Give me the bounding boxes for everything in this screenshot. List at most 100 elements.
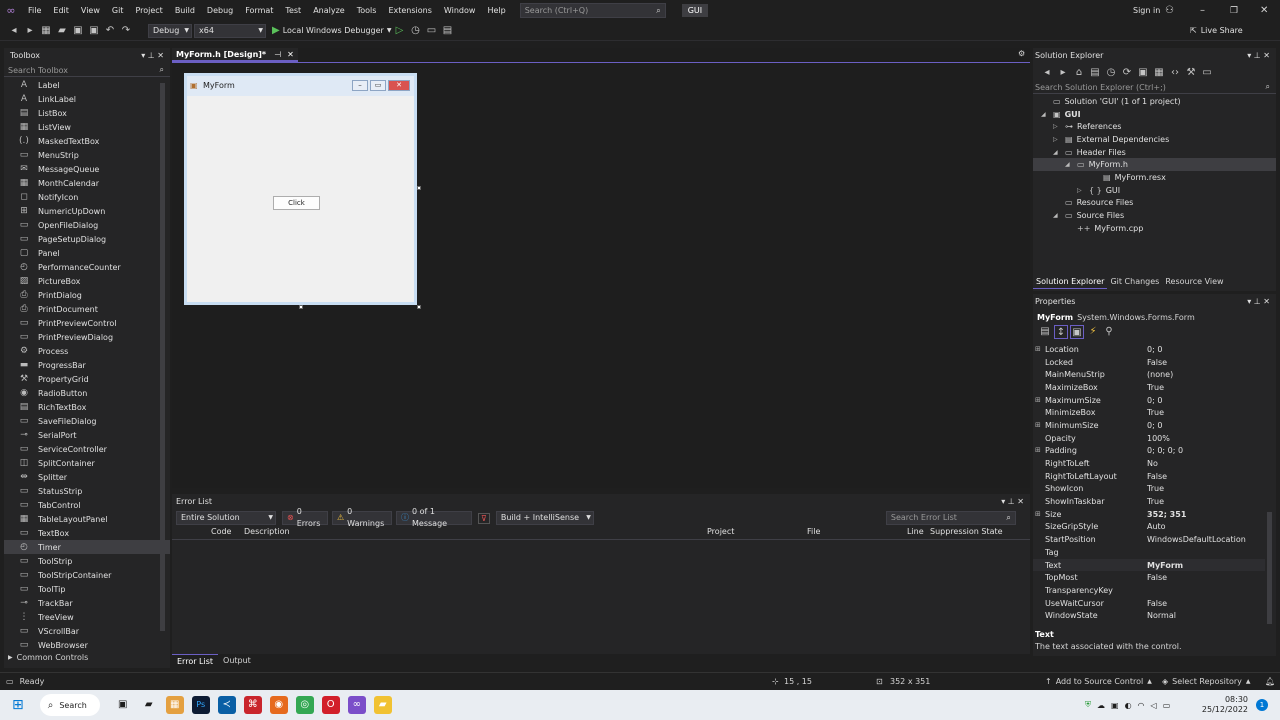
column-suppression[interactable]: Suppression State bbox=[930, 527, 1003, 536]
notification-badge[interactable]: 1 bbox=[1256, 699, 1268, 711]
toolbox-item-printpreviewcontrol[interactable]: ▭ PrintPreviewControl bbox=[4, 316, 170, 330]
layout-icon[interactable]: ▤ bbox=[440, 24, 454, 38]
toolbox-item-label[interactable]: A Label bbox=[4, 78, 170, 92]
form-click-button[interactable]: Click bbox=[273, 196, 320, 210]
wifi-icon[interactable]: ◠ bbox=[1138, 701, 1145, 710]
pin-icon[interactable]: ▾ ⊥ ✕ bbox=[1247, 294, 1270, 310]
tree-item[interactable]: ▤ MyForm.resx bbox=[1033, 171, 1276, 184]
photos-icon[interactable]: ▦ bbox=[165, 696, 184, 714]
pin-icon[interactable]: ▾ ⊥ ✕ bbox=[141, 48, 164, 64]
expand-icon[interactable]: ⊞ bbox=[1035, 446, 1041, 454]
events-icon[interactable]: ⚡ bbox=[1086, 325, 1100, 339]
search-box[interactable]: Search (Ctrl+Q) ⌕ bbox=[519, 3, 666, 18]
toolbox-item-toolstrip[interactable]: ▭ ToolStrip bbox=[4, 554, 170, 568]
toolbox-item-trackbar[interactable]: ⊸ TrackBar bbox=[4, 596, 170, 610]
expand-icon[interactable]: ◢ bbox=[1041, 111, 1053, 118]
pin-icon[interactable]: ▾ ⊥ ✕ bbox=[1001, 494, 1024, 510]
select-repo-button[interactable]: ◈ Select Repository ▲ bbox=[1162, 677, 1251, 686]
save-all-icon[interactable]: ▣ bbox=[87, 24, 101, 38]
property-value[interactable]: 100% bbox=[1141, 434, 1265, 443]
solution-search[interactable]: Search Solution Explorer (Ctrl+;) ⌕ bbox=[1033, 81, 1276, 94]
toolbox-item-statusstrip[interactable]: ▭ StatusStrip bbox=[4, 484, 170, 498]
menu-item-extensions[interactable]: Extensions bbox=[382, 0, 437, 21]
property-row[interactable]: Opacity 100% bbox=[1033, 432, 1265, 445]
toolbox-item-process[interactable]: ⚙ Process bbox=[4, 344, 170, 358]
expand-icon[interactable]: ▷ bbox=[1053, 123, 1065, 130]
sync-icon[interactable]: ⟳ bbox=[1120, 66, 1134, 80]
column-file[interactable]: File bbox=[807, 527, 820, 536]
property-row[interactable]: TopMost False bbox=[1033, 571, 1265, 584]
property-row[interactable]: ⊞ Location 0; 0 bbox=[1033, 343, 1265, 356]
browser-link-icon[interactable]: ◷ bbox=[408, 24, 422, 38]
menu-item-view[interactable]: View bbox=[75, 0, 106, 21]
property-value[interactable]: False bbox=[1141, 599, 1265, 608]
toolbox-item-monthcalendar[interactable]: ▦ MonthCalendar bbox=[4, 176, 170, 190]
toolbox-item-propertygrid[interactable]: ⚒ PropertyGrid bbox=[4, 372, 170, 386]
acrobat-icon[interactable]: ⌘ bbox=[243, 696, 262, 714]
column-line[interactable]: Line bbox=[907, 527, 924, 536]
chrome-icon[interactable]: ◎ bbox=[295, 696, 314, 714]
tab-myform-design[interactable]: MyForm.h [Design]* ⊣ ✕ bbox=[172, 48, 298, 62]
menu-item-git[interactable]: Git bbox=[106, 0, 130, 21]
tree-item[interactable]: ▷ ▤ External Dependencies bbox=[1033, 133, 1276, 146]
toolbox-item-maskedtextbox[interactable]: (.) MaskedTextBox bbox=[4, 134, 170, 148]
toolbox-item-notifyicon[interactable]: ◻ NotifyIcon bbox=[4, 190, 170, 204]
property-row[interactable]: MaximizeBox True bbox=[1033, 381, 1265, 394]
errors-filter[interactable]: ⊗ 0 Errors bbox=[282, 507, 328, 528]
battery-icon[interactable]: ▭ bbox=[1163, 701, 1171, 710]
toolbox-item-tablelayoutpanel[interactable]: ▦ TableLayoutPanel bbox=[4, 512, 170, 526]
menu-item-help[interactable]: Help bbox=[481, 0, 511, 21]
toolbox-item-tooltip[interactable]: ▭ ToolTip bbox=[4, 582, 170, 596]
volume-icon[interactable]: ◁ bbox=[1151, 701, 1157, 710]
close-icon[interactable]: ✕ bbox=[1260, 5, 1268, 16]
expand-icon[interactable]: ⊞ bbox=[1035, 421, 1041, 429]
toolbox-item-printdocument[interactable]: ⎙ PrintDocument bbox=[4, 302, 170, 316]
tray-icon[interactable]: ☁ bbox=[1097, 701, 1105, 710]
forward-icon[interactable]: ▸ bbox=[23, 24, 37, 38]
menu-item-test[interactable]: Test bbox=[279, 0, 307, 21]
toolbox-item-panel[interactable]: ▢ Panel bbox=[4, 246, 170, 260]
property-row[interactable]: ShowInTaskbar True bbox=[1033, 495, 1265, 508]
toolbox-item-treeview[interactable]: ⋮ TreeView bbox=[4, 610, 170, 624]
clock[interactable]: 08:30 25/12/2022 bbox=[1200, 695, 1248, 715]
source-control-button[interactable]: ↑ Add to Source Control ▲ bbox=[1045, 677, 1152, 686]
toolbox-item-pagesetupdialog[interactable]: ▭ PageSetupDialog bbox=[4, 232, 170, 246]
back-icon[interactable]: ◂ bbox=[1040, 66, 1054, 80]
close-icon[interactable]: ✕ bbox=[287, 48, 294, 61]
code-icon[interactable]: ‹› bbox=[1168, 66, 1182, 80]
toolbox-item-radiobutton[interactable]: ◉ RadioButton bbox=[4, 386, 170, 400]
messages-filter[interactable]: ⓘ 0 of 1 Message bbox=[396, 507, 472, 528]
property-value[interactable]: False bbox=[1141, 573, 1265, 582]
menu-item-build[interactable]: Build bbox=[169, 0, 201, 21]
toolbox-item-toolstripcontainer[interactable]: ▭ ToolStripContainer bbox=[4, 568, 170, 582]
menu-item-project[interactable]: Project bbox=[129, 0, 168, 21]
platform-dropdown[interactable]: x64 ▼ bbox=[194, 23, 266, 38]
toolbox-item-numericupdown[interactable]: ⊞ NumericUpDown bbox=[4, 204, 170, 218]
toolbox-item-splitcontainer[interactable]: ◫ SplitContainer bbox=[4, 456, 170, 470]
switch-view-icon[interactable]: ▤ bbox=[1088, 66, 1102, 80]
tree-item[interactable]: ◢ ▭ Header Files bbox=[1033, 146, 1276, 159]
file-explorer-icon[interactable]: ▰ bbox=[373, 696, 392, 714]
tab-solution-explorer[interactable]: Solution Explorer bbox=[1033, 275, 1108, 289]
collapse-icon[interactable]: ▣ bbox=[1136, 66, 1150, 80]
error-search[interactable]: Search Error List ⌕ bbox=[885, 511, 1016, 525]
pin-icon[interactable]: ⊣ bbox=[274, 48, 281, 61]
resize-handle[interactable] bbox=[299, 305, 303, 309]
taskbar-search[interactable]: ⌕ Search bbox=[39, 694, 100, 716]
property-row[interactable]: ShowIcon True bbox=[1033, 483, 1265, 496]
toolbox-scrollbar[interactable] bbox=[160, 83, 165, 631]
live-share-button[interactable]: ⇱ Live Share bbox=[1190, 26, 1243, 35]
column-code[interactable]: Code bbox=[211, 527, 231, 536]
property-value[interactable]: No bbox=[1141, 459, 1265, 468]
tree-item[interactable]: ▷ ⊶ References bbox=[1033, 120, 1276, 133]
property-row[interactable]: Locked False bbox=[1033, 356, 1265, 369]
account-icon[interactable]: ⚇ bbox=[1165, 5, 1174, 16]
menu-item-debug[interactable]: Debug bbox=[201, 0, 239, 21]
property-row[interactable]: ⊞ MaximumSize 0; 0 bbox=[1033, 394, 1265, 407]
toolbox-item-picturebox[interactable]: ▨ PictureBox bbox=[4, 274, 170, 288]
toolbox-item-servicecontroller[interactable]: ▭ ServiceController bbox=[4, 442, 170, 456]
warnings-filter[interactable]: ⚠ 0 Warnings bbox=[332, 507, 392, 528]
firefox-icon[interactable]: ◉ bbox=[269, 696, 288, 714]
property-value[interactable]: True bbox=[1141, 484, 1265, 493]
menu-item-tools[interactable]: Tools bbox=[351, 0, 383, 21]
